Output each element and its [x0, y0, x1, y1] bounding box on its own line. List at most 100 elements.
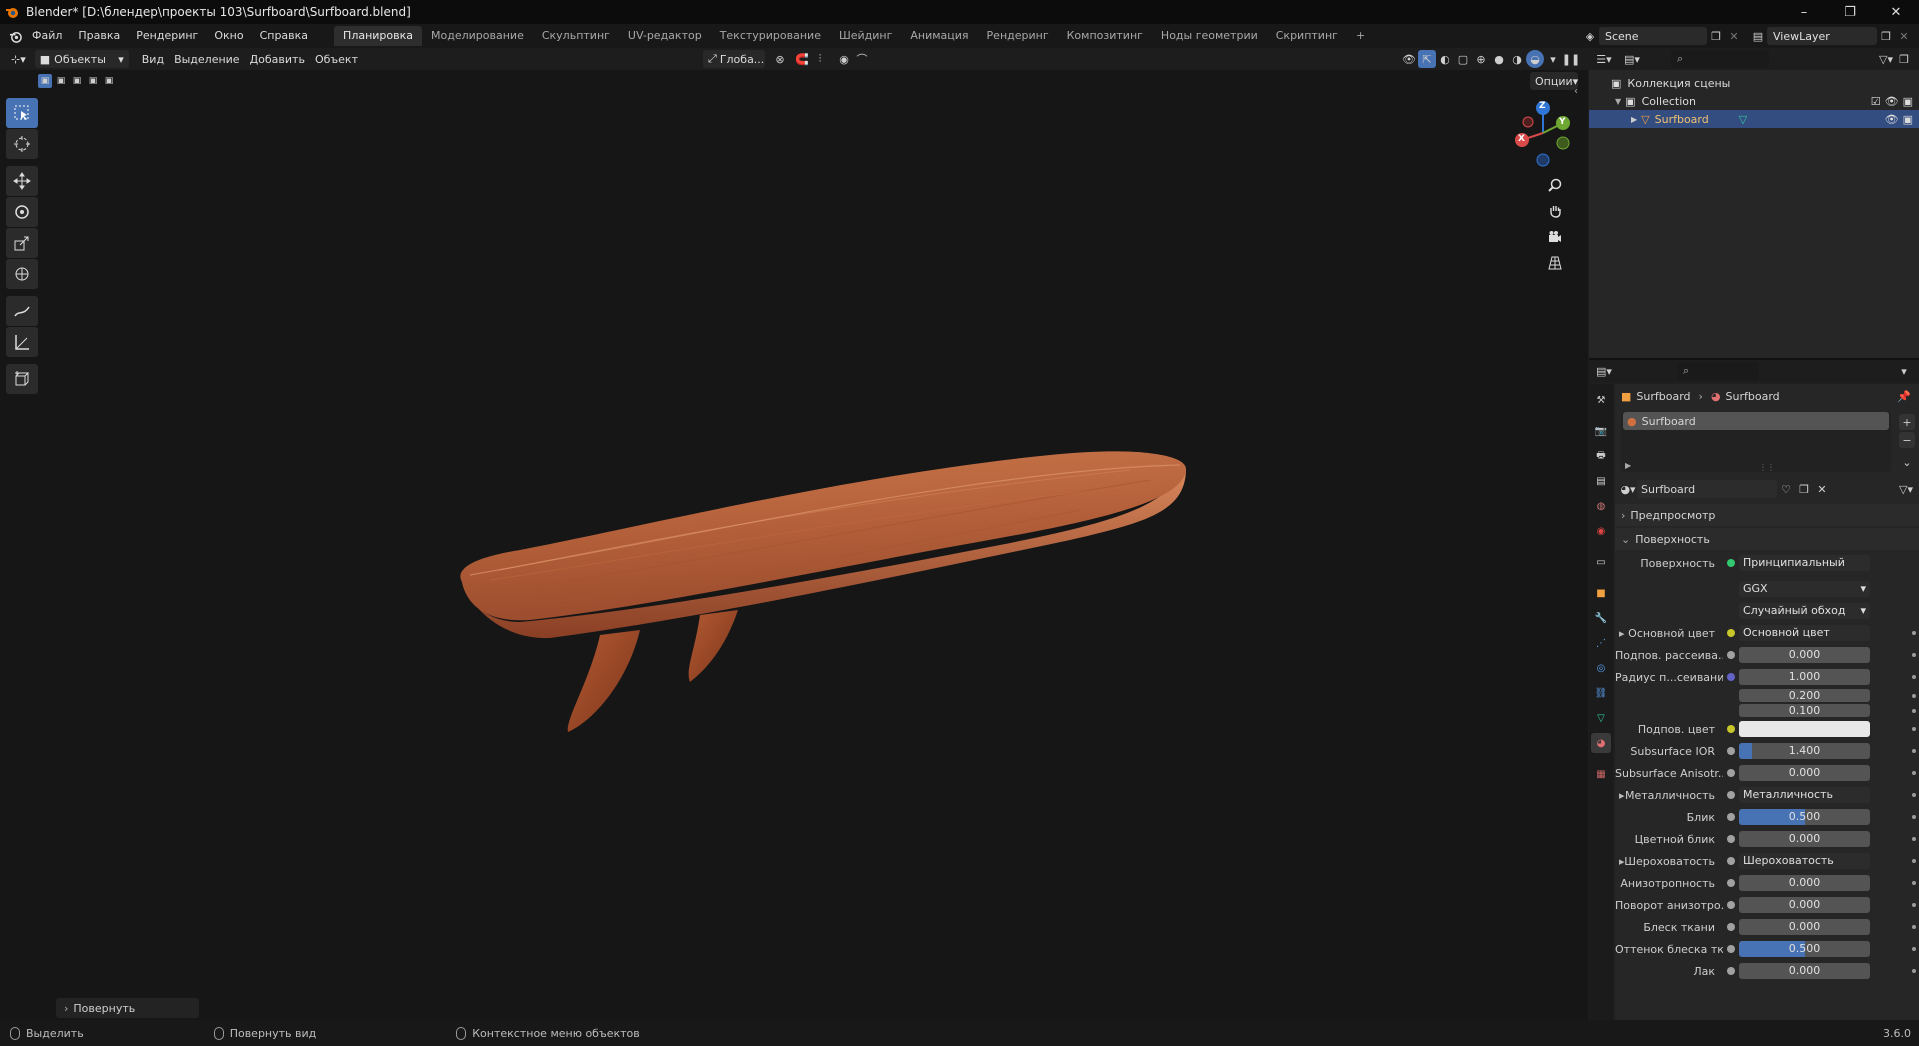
eye-icon[interactable]: 👁	[1885, 113, 1899, 126]
socket-icon[interactable]	[1727, 673, 1735, 681]
perspective-toggle-icon[interactable]	[1544, 252, 1566, 274]
texture-tab-icon[interactable]: ▦	[1591, 764, 1611, 784]
rendered-shading-icon[interactable]: ◒	[1526, 50, 1544, 68]
falloff-icon[interactable]: ⌒	[853, 50, 871, 68]
render-tab-icon[interactable]: 📷	[1591, 421, 1611, 441]
number-field[interactable]: 0.000	[1739, 919, 1870, 935]
view-layer-tab-icon[interactable]: ▤	[1591, 471, 1611, 491]
material-name-field[interactable]: Surfboard	[1637, 480, 1777, 498]
snap-target-icon[interactable]: ⫶	[811, 50, 829, 68]
sidebar-toggle-icon[interactable]: ‹	[1574, 86, 1588, 100]
number-field[interactable]: 0.100	[1739, 704, 1870, 717]
scene-selector[interactable]: Scene	[1599, 27, 1707, 45]
resize-handle-icon[interactable]: ⋮⋮	[1759, 463, 1775, 472]
gizmo-toggle-icon[interactable]: ⇱	[1418, 50, 1436, 68]
add-slot-icon[interactable]: +	[1899, 414, 1915, 430]
keyframe-dot-icon[interactable]	[1912, 675, 1916, 679]
linked-input-field[interactable]: Металличность	[1739, 787, 1870, 803]
expand-arrow-icon[interactable]: ▶	[1631, 115, 1637, 124]
data-tab-icon[interactable]: ▽	[1591, 708, 1611, 728]
navigation-gizmo[interactable]: Z X Y	[1508, 98, 1578, 168]
number-field[interactable]: 0.500	[1739, 809, 1870, 825]
tab-scripting[interactable]: Скриптинг	[1267, 26, 1347, 46]
tab-rendering[interactable]: Рендеринг	[978, 26, 1058, 46]
keyframe-dot-icon[interactable]	[1912, 708, 1916, 713]
collection-tab-icon[interactable]: ▭	[1591, 552, 1611, 572]
number-field[interactable]: 0.000	[1739, 875, 1870, 891]
menu-help[interactable]: Справка	[252, 24, 316, 48]
xray-icon[interactable]: ▢	[1454, 50, 1472, 68]
pan-hand-icon[interactable]	[1544, 200, 1566, 222]
overlay-toggle-icon[interactable]: ◐	[1436, 50, 1454, 68]
editor-type-button[interactable]: ⊹▾	[6, 50, 31, 68]
properties-search-input[interactable]: ⌕	[1677, 362, 1759, 380]
preview-panel-header[interactable]: › Предпросмотр	[1615, 504, 1919, 526]
filter-icon[interactable]: ▽▾	[1877, 50, 1895, 68]
number-field[interactable]: 0.200	[1739, 689, 1870, 702]
number-field[interactable]: 0.000	[1739, 963, 1870, 979]
slot-menu-icon[interactable]: ⌄	[1899, 454, 1915, 470]
shading-options-icon[interactable]: ▾	[1544, 50, 1562, 68]
material-shading-icon[interactable]: ◑	[1508, 50, 1526, 68]
subsurface-method-dropdown[interactable]: Случайный обход ▾	[1739, 603, 1870, 619]
view-layer-selector[interactable]: ViewLayer	[1767, 27, 1877, 45]
wireframe-shading-icon[interactable]: ⊕	[1472, 50, 1490, 68]
add-workspace-button[interactable]: +	[1347, 26, 1374, 46]
menu-edit[interactable]: Правка	[70, 24, 128, 48]
tab-compositing[interactable]: Композитинг	[1058, 26, 1152, 46]
pivot-point-icon[interactable]: ⊗	[771, 50, 789, 68]
keyframe-dot-icon[interactable]	[1912, 837, 1916, 841]
socket-icon[interactable]	[1727, 813, 1735, 821]
display-mode-icon[interactable]: ▤▾	[1623, 50, 1641, 68]
number-field[interactable]: 0.000	[1739, 897, 1870, 913]
menu-add[interactable]: Добавить	[245, 50, 310, 68]
socket-icon[interactable]	[1727, 791, 1735, 799]
socket-icon[interactable]	[1727, 901, 1735, 909]
tab-uv-editing[interactable]: UV-редактор	[619, 26, 711, 46]
outliner-search-input[interactable]: ⌕	[1671, 50, 1769, 68]
tab-shading[interactable]: Шейдинг	[830, 26, 901, 46]
tab-layout[interactable]: Планировка	[334, 26, 423, 46]
number-field[interactable]: 0.500	[1739, 941, 1870, 957]
outliner-scene-collection[interactable]: ▣ Коллекция сцены	[1589, 74, 1919, 92]
object-tab-icon[interactable]: ■	[1591, 583, 1611, 603]
socket-icon[interactable]	[1727, 945, 1735, 953]
socket-icon[interactable]	[1727, 857, 1735, 865]
expand-arrow-icon[interactable]: ▸	[1619, 855, 1625, 868]
menu-file[interactable]: Файл	[24, 24, 70, 48]
outliner-editor-icon[interactable]: ☰▾	[1595, 50, 1613, 68]
tab-modeling[interactable]: Моделирование	[422, 26, 533, 46]
maximize-button[interactable]: ❐	[1827, 0, 1873, 24]
material-slot-item[interactable]: ● Surfboard	[1623, 412, 1889, 430]
expand-arrow-icon[interactable]: ▸	[1619, 627, 1625, 640]
keyframe-dot-icon[interactable]	[1912, 771, 1916, 775]
checkbox-icon[interactable]: ☑	[1871, 95, 1881, 108]
close-button[interactable]: ✕	[1873, 0, 1919, 24]
world-tab-icon[interactable]: ◉	[1591, 521, 1611, 541]
properties-editor-icon[interactable]: ▤▾	[1595, 362, 1613, 380]
expand-arrow-icon[interactable]: ▸	[1619, 789, 1625, 802]
keyframe-dot-icon[interactable]	[1912, 631, 1916, 635]
surface-shader-field[interactable]: Принципиальный BSDF	[1739, 555, 1870, 571]
number-field[interactable]: 0.000	[1739, 765, 1870, 781]
keyframe-dot-icon[interactable]	[1912, 793, 1916, 797]
transform-orientation-selector[interactable]: ⤢ Глоба...	[703, 50, 765, 68]
chevron-down-icon[interactable]: ▾	[1895, 362, 1913, 380]
keyframe-dot-icon[interactable]	[1912, 815, 1916, 819]
outliner-object-surfboard[interactable]: ▶ ▽ Surfboard ▽ 👁 ▣	[1589, 110, 1919, 128]
distribution-dropdown[interactable]: GGX ▾	[1739, 581, 1870, 597]
expand-arrow-icon[interactable]: ▼	[1615, 97, 1621, 106]
number-field[interactable]: 1.400	[1739, 743, 1870, 759]
keyframe-dot-icon[interactable]	[1912, 653, 1916, 657]
particles-tab-icon[interactable]: ⋰	[1591, 633, 1611, 653]
tab-animation[interactable]: Анимация	[901, 26, 977, 46]
solid-shading-icon[interactable]: ●	[1490, 50, 1508, 68]
menu-render[interactable]: Рендеринг	[128, 24, 206, 48]
socket-icon[interactable]	[1727, 769, 1735, 777]
socket-icon[interactable]	[1727, 707, 1735, 715]
physics-tab-icon[interactable]: ◎	[1591, 658, 1611, 678]
link-mode-icon[interactable]: ▽▾	[1897, 480, 1915, 498]
camera-view-icon[interactable]	[1544, 226, 1566, 248]
surface-panel-header[interactable]: ⌄ Поверхность	[1615, 528, 1919, 550]
keyframe-dot-icon[interactable]	[1912, 749, 1916, 753]
